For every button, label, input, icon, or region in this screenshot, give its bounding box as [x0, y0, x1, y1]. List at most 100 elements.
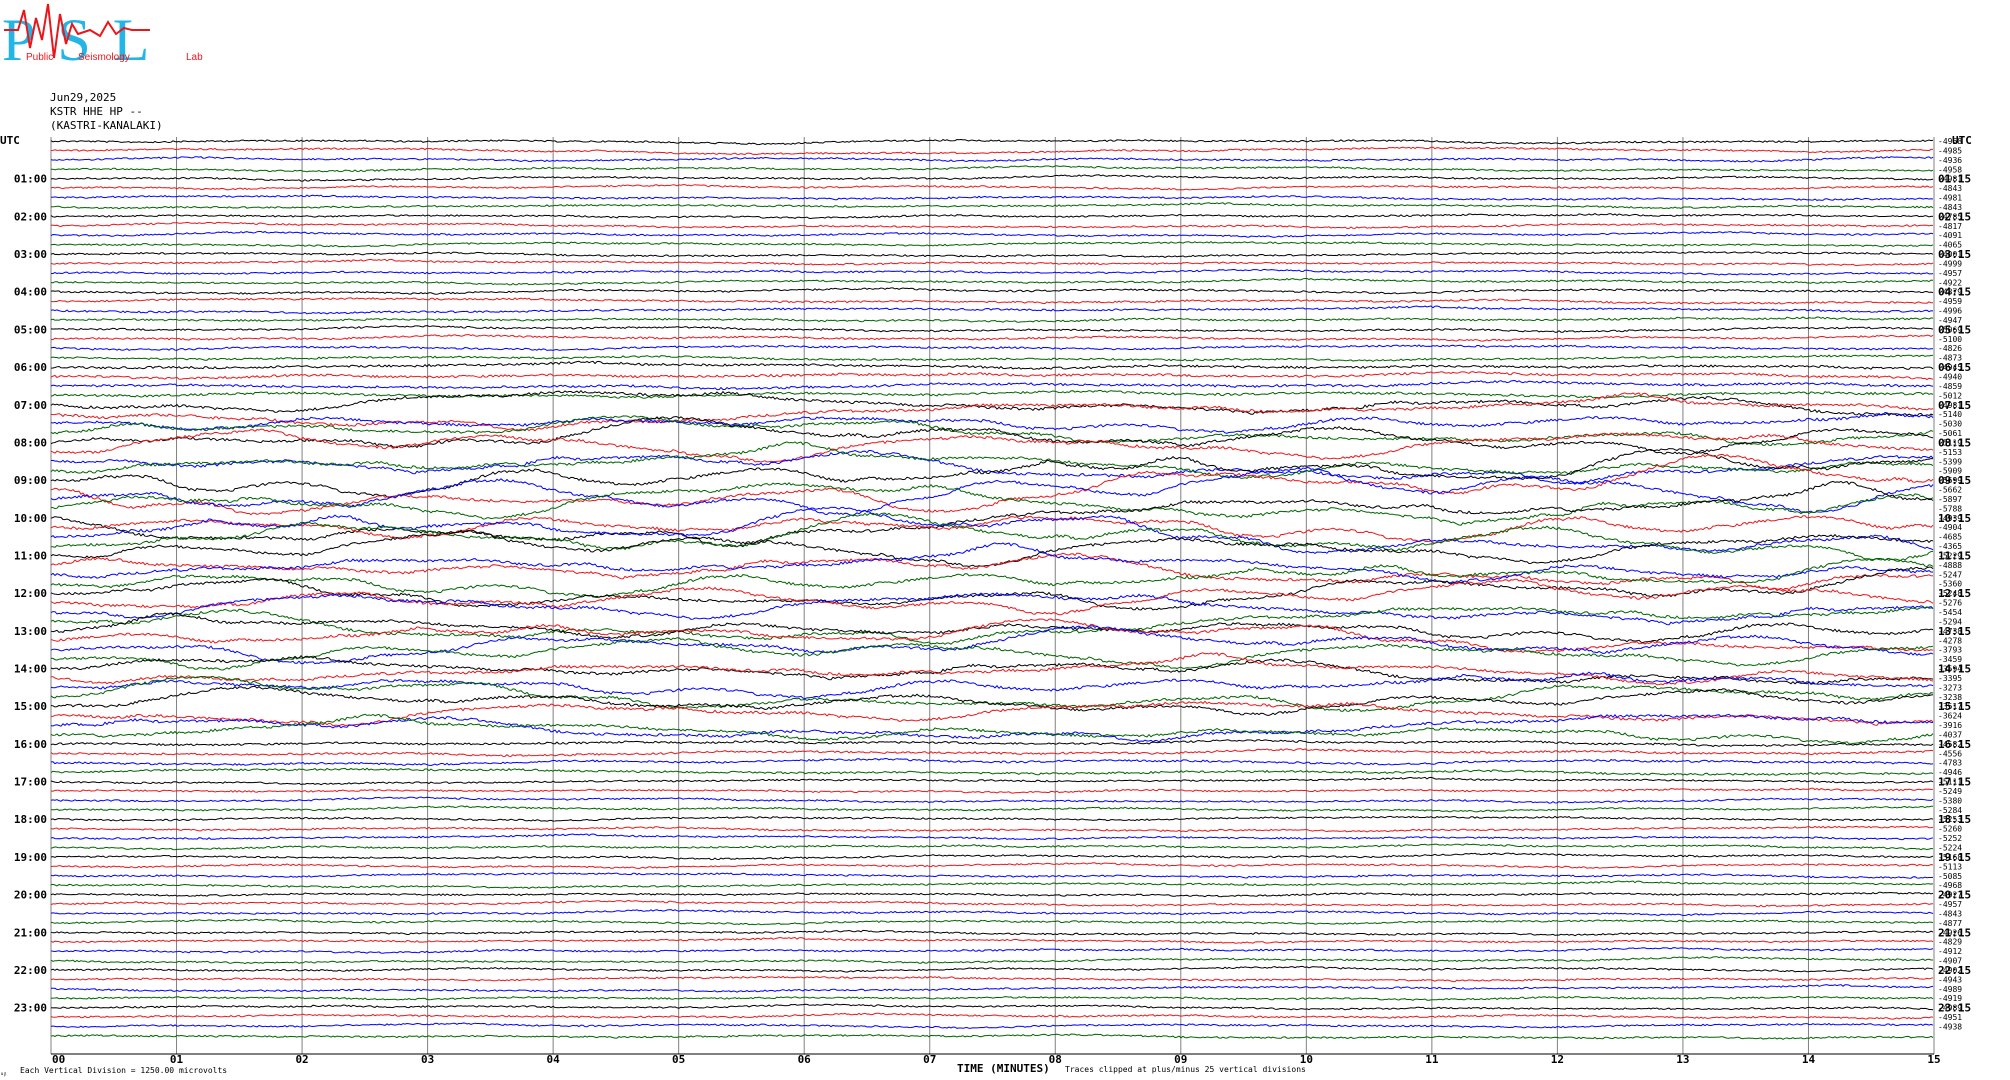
- hour-label-right: 02:15: [1938, 210, 1971, 223]
- row-offset-label: -5380: [1938, 796, 1962, 805]
- x-tick-label: 02: [295, 1053, 308, 1066]
- trace-line: [50, 671, 1934, 700]
- x-axis-title: TIME (MINUTES): [957, 1062, 1050, 1075]
- trace-line: [50, 618, 1934, 654]
- row-offset-label: -3793: [1938, 646, 1962, 655]
- trace-line: [50, 713, 1934, 745]
- trace-line: [50, 996, 1934, 1001]
- hour-label-right: 01:15: [1938, 173, 1971, 186]
- hour-label-right: 04:15: [1938, 286, 1971, 299]
- trace-line: [50, 146, 1934, 156]
- hour-label-left: 09:00: [14, 474, 47, 487]
- hour-label-left: 08:00: [14, 436, 47, 449]
- trace-line: [50, 325, 1934, 333]
- hour-label-right: 23:15: [1938, 1002, 1971, 1015]
- row-offset-label: -4685: [1938, 533, 1962, 542]
- trace-line: [50, 815, 1934, 822]
- hour-label-left: 22:00: [14, 964, 47, 977]
- trace-line: [50, 194, 1934, 201]
- hour-label-left: 06:00: [14, 361, 47, 374]
- hour-label-right: 21:15: [1938, 926, 1971, 939]
- hour-label-right: 19:15: [1938, 851, 1971, 864]
- x-tick-label: 01: [170, 1053, 184, 1066]
- hour-label-left: 01:00: [14, 173, 47, 186]
- trace-line: [50, 592, 1934, 626]
- row-offset-label: -3916: [1938, 721, 1962, 730]
- x-tick-label: 03: [421, 1053, 434, 1066]
- hour-label-right: 05:15: [1938, 323, 1971, 336]
- trace-line: [50, 371, 1934, 381]
- trace-line: [50, 984, 1934, 993]
- hour-label-right: 20:15: [1938, 889, 1971, 902]
- x-tick-label: 06: [798, 1053, 812, 1066]
- hour-label-left: 14:00: [14, 663, 47, 676]
- row-offset-label: -4859: [1938, 382, 1962, 391]
- trace-line: [50, 240, 1934, 248]
- trace-line: [50, 515, 1934, 544]
- trace-line: [50, 138, 1934, 146]
- row-offset-label: -4783: [1938, 759, 1962, 768]
- trace-line: [51, 805, 1933, 813]
- hour-label-right: 07:15: [1938, 399, 1971, 412]
- x-tick-label: 14: [1802, 1053, 1816, 1066]
- hour-label-left: 10:00: [14, 512, 47, 525]
- trace-line: [50, 258, 1934, 267]
- hour-label-right: 15:15: [1938, 700, 1971, 713]
- trace-line: [50, 156, 1934, 163]
- x-tick-label: 07: [923, 1053, 936, 1066]
- trace-line: [50, 975, 1934, 983]
- trace-line: [50, 278, 1934, 286]
- x-tick-label: 08: [1049, 1053, 1062, 1066]
- trace-line: [50, 411, 1934, 434]
- row-offset-label: -4957: [1938, 269, 1962, 278]
- hour-label-right: 17:15: [1938, 776, 1971, 789]
- trace-line: [50, 552, 1934, 591]
- row-offset-label: -5247: [1938, 570, 1962, 579]
- traces: [50, 138, 1934, 1040]
- trace-line: [50, 221, 1934, 229]
- trace-line: [50, 965, 1934, 973]
- utc-right-label: UTC: [1952, 134, 1972, 147]
- hour-label-right: 03:15: [1938, 248, 1971, 261]
- x-tick-label: 13: [1676, 1053, 1689, 1066]
- hour-label-left: 04:00: [14, 286, 47, 299]
- trace-line: [50, 466, 1934, 516]
- trace-line: [50, 165, 1934, 173]
- row-offset-label: -4938: [1938, 1022, 1962, 1031]
- trace-line: [50, 389, 1934, 417]
- row-offset-label: -4989: [1938, 985, 1962, 994]
- trace-line: [50, 1033, 1934, 1040]
- trace-line: [50, 251, 1934, 258]
- row-offset-label: -4936: [1938, 156, 1962, 165]
- x-tick-label: 12: [1551, 1053, 1564, 1066]
- trace-line: [50, 787, 1934, 794]
- row-offset-label: -5454: [1938, 608, 1962, 617]
- trace-line: [50, 1003, 1934, 1011]
- trace-line: [50, 344, 1933, 351]
- trace-line: [50, 852, 1934, 861]
- trace-line: [50, 334, 1934, 342]
- trace-line: [50, 202, 1934, 210]
- trace-line: [50, 843, 1934, 851]
- trace-line: [50, 612, 1934, 644]
- trace-line: [50, 713, 1934, 743]
- trace-line: [50, 174, 1934, 182]
- row-offset-label: -4912: [1938, 947, 1962, 956]
- hour-label-left: 02:00: [14, 210, 47, 223]
- footer: Each Vertical Division = 1250.00 microvo…: [0, 1062, 1306, 1077]
- trace-line: [50, 448, 1934, 498]
- utc-left-label: UTC: [0, 134, 20, 147]
- hour-label-left: 17:00: [14, 776, 47, 789]
- hour-label-left: 21:00: [14, 926, 47, 939]
- trace-line: [50, 947, 1934, 954]
- row-offset-label: -5030: [1938, 420, 1962, 429]
- trace-line: [50, 316, 1934, 323]
- x-tick-label: 15: [1927, 1053, 1940, 1066]
- trace-line: [50, 578, 1934, 616]
- trace-line: [50, 287, 1934, 295]
- trace-line: [50, 1022, 1934, 1029]
- trace-line: [50, 825, 1934, 833]
- hour-label-left: 05:00: [14, 323, 47, 336]
- trace-line: [50, 909, 1934, 917]
- trace-line: [50, 654, 1934, 685]
